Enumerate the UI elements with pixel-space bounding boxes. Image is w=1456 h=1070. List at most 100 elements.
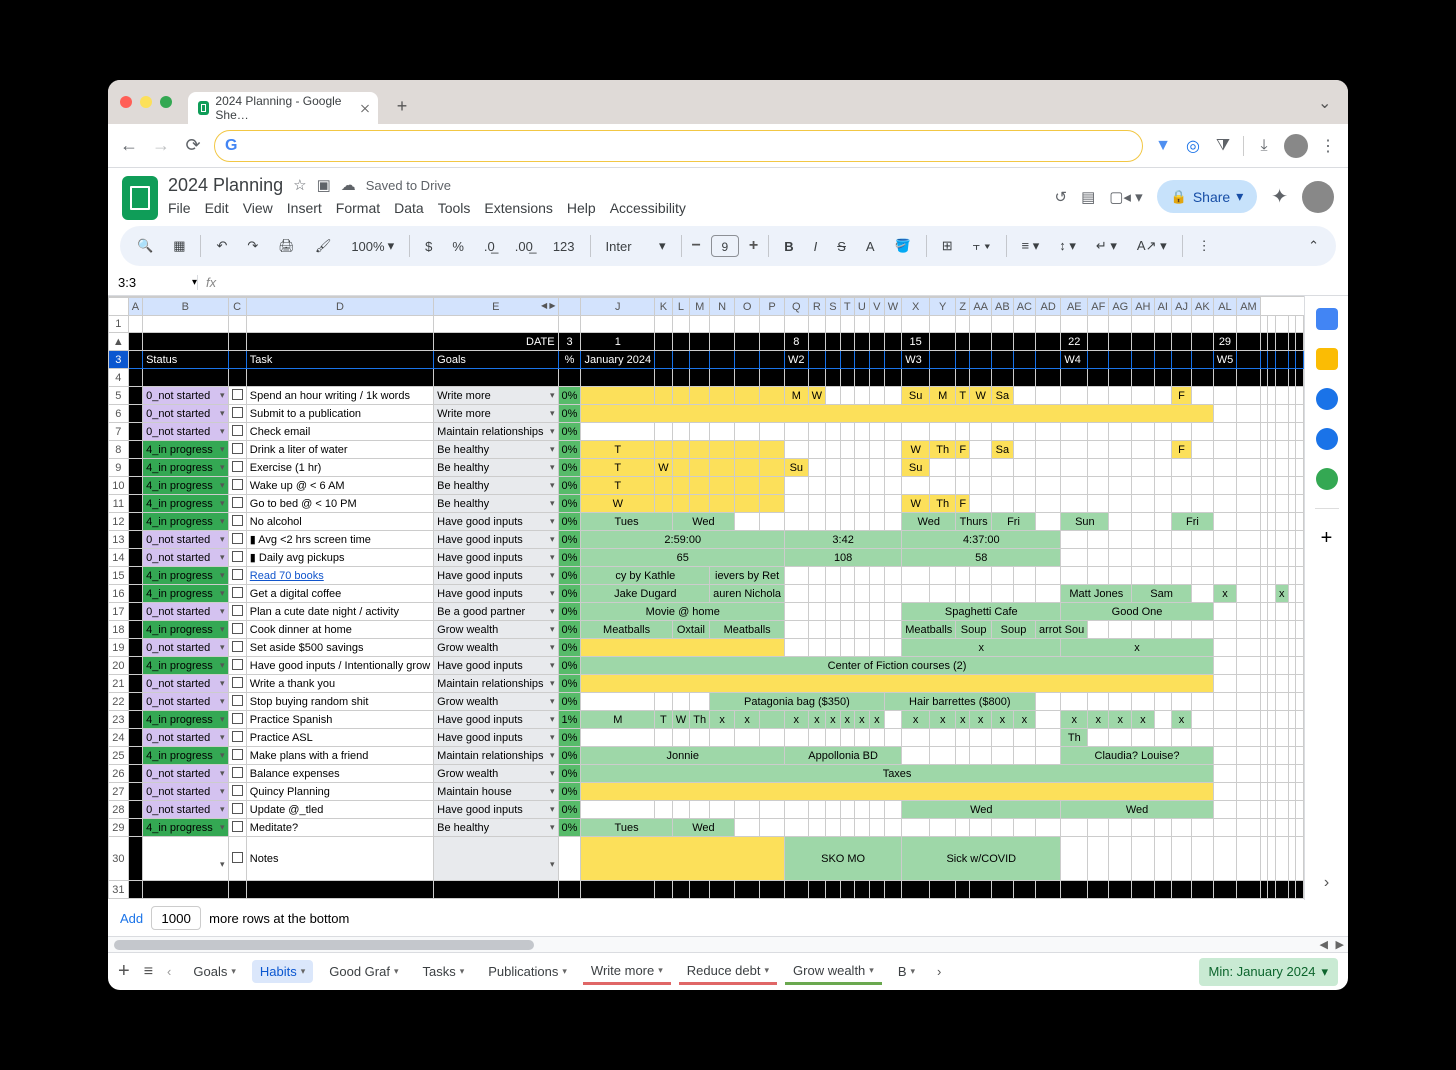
day-cell[interactable]: Fri <box>992 513 1036 531</box>
zoom-select[interactable]: 100% ▾ <box>346 235 399 257</box>
print-button[interactable]: 🖨 <box>273 235 300 257</box>
checkbox[interactable] <box>232 623 243 634</box>
day-cell[interactable]: W <box>581 495 655 513</box>
goal-cell[interactable]: Be healthy <box>434 819 558 837</box>
task-cell[interactable]: Wake up @ < 6 AM <box>246 477 433 495</box>
menu-insert[interactable]: Insert <box>287 200 322 216</box>
day-cell[interactable]: 58 <box>902 549 1061 567</box>
checkbox[interactable] <box>232 677 243 688</box>
valign-button[interactable]: ↕ ▾ <box>1054 235 1081 257</box>
browser-tab[interactable]: 2024 Planning - Google She… <box>188 92 378 124</box>
day-cell[interactable]: Th <box>930 441 956 459</box>
task-cell[interactable]: Read 70 books <box>246 567 433 585</box>
undo-button[interactable]: ↶ <box>211 235 232 257</box>
horizontal-scrollbar[interactable]: ◀ ▶ <box>108 936 1348 952</box>
day-cell[interactable]: F <box>1172 387 1192 405</box>
meet-icon[interactable]: ▢◂ ▾ <box>1109 188 1142 206</box>
day-cell[interactable] <box>581 405 1213 423</box>
checkbox[interactable] <box>232 695 243 706</box>
sheet-tab-habits[interactable]: Habits ▾ <box>252 960 313 983</box>
checkbox[interactable] <box>232 803 243 814</box>
goal-cell[interactable]: Grow wealth <box>434 639 558 657</box>
goal-cell[interactable]: Maintain relationships <box>434 747 558 765</box>
tabs-scroll-left[interactable]: ‹ <box>167 964 171 979</box>
star-icon[interactable]: ☆ <box>293 176 306 194</box>
italic-button[interactable]: I <box>809 236 823 257</box>
dec-decrease-button[interactable]: .0̲ <box>479 236 500 257</box>
new-tab-button[interactable]: + <box>392 96 412 116</box>
day-cell[interactable]: Wed <box>902 513 956 531</box>
goal-cell[interactable]: Have good inputs <box>434 585 558 603</box>
summary-box[interactable]: Min: January 2024▾ <box>1199 958 1338 986</box>
day-cell[interactable]: x <box>785 711 809 729</box>
paint-format-button[interactable]: 🖌 <box>310 235 337 257</box>
menu-help[interactable]: Help <box>567 200 596 216</box>
goal-cell[interactable]: Write more <box>434 387 558 405</box>
task-cell[interactable]: Submit to a publication <box>246 405 433 423</box>
status-cell[interactable]: 0_not started <box>143 801 228 819</box>
status-cell[interactable]: 0_not started <box>143 693 228 711</box>
day-cell[interactable]: x <box>1132 711 1154 729</box>
day-cell[interactable]: x <box>710 711 735 729</box>
day-cell[interactable] <box>581 639 785 657</box>
minimize-window-icon[interactable] <box>140 96 152 108</box>
day-cell[interactable]: x <box>735 711 760 729</box>
goal-cell[interactable]: Be healthy <box>434 477 558 495</box>
checkbox[interactable] <box>232 533 243 544</box>
goal-cell[interactable]: Grow wealth <box>434 621 558 639</box>
checkbox[interactable] <box>232 659 243 670</box>
gemini-icon[interactable]: ✦ <box>1271 184 1288 209</box>
day-cell[interactable]: Patagonia bag ($350) <box>710 693 884 711</box>
day-cell[interactable]: x <box>1172 711 1192 729</box>
day-cell[interactable]: x <box>902 711 930 729</box>
day-cell[interactable]: 65 <box>581 549 785 567</box>
back-button[interactable]: ← <box>118 135 140 157</box>
status-cell[interactable]: 4_in progress <box>143 495 228 513</box>
day-cell[interactable]: auren Nichola <box>710 585 785 603</box>
day-cell[interactable]: Jonnie <box>581 747 785 765</box>
day-cell[interactable]: Taxes <box>581 765 1213 783</box>
spreadsheet-grid[interactable]: ABCDE◀ ▶JKLMNOPQRSTUVWXYZAAABACADAEAFAGA… <box>108 296 1304 900</box>
goal-cell[interactable]: Maintain relationships <box>434 423 558 441</box>
day-cell[interactable]: x <box>1109 711 1132 729</box>
sheet-tab-tasks[interactable]: Tasks ▾ <box>415 960 473 983</box>
day-cell[interactable]: Wed <box>672 819 734 837</box>
status-cell[interactable]: 0_not started <box>143 387 228 405</box>
task-cell[interactable]: Balance expenses <box>246 765 433 783</box>
task-cell[interactable]: Exercise (1 hr) <box>246 459 433 477</box>
sheet-tab-b[interactable]: B ▾ <box>890 960 923 983</box>
filter-views-icon[interactable]: ▦ <box>168 235 190 257</box>
goal-cell[interactable]: Have good inputs <box>434 657 558 675</box>
status-cell[interactable]: 0_not started <box>143 405 228 423</box>
status-cell[interactable]: 0_not started <box>143 549 228 567</box>
day-cell[interactable]: Good One <box>1061 603 1213 621</box>
add-rows-input[interactable] <box>151 906 201 930</box>
day-cell[interactable]: Hair barrettes ($800) <box>884 693 1035 711</box>
task-cell[interactable]: Practice ASL <box>246 729 433 747</box>
day-cell[interactable]: Fri <box>1172 513 1214 531</box>
share-button[interactable]: 🔒 Share ▾ <box>1157 180 1258 213</box>
day-cell[interactable]: T <box>581 477 655 495</box>
checkbox[interactable] <box>232 515 243 526</box>
checkbox[interactable] <box>232 461 243 472</box>
cloud-icon[interactable]: ☁ <box>341 176 356 194</box>
day-cell[interactable]: x <box>1088 711 1109 729</box>
document-title[interactable]: 2024 Planning <box>168 175 283 196</box>
status-cell[interactable] <box>143 837 228 881</box>
task-cell[interactable]: Make plans with a friend <box>246 747 433 765</box>
task-cell[interactable]: Stop buying random shit <box>246 693 433 711</box>
goal-cell[interactable]: Have good inputs <box>434 567 558 585</box>
checkbox[interactable] <box>232 852 243 863</box>
task-cell[interactable]: Practice Spanish <box>246 711 433 729</box>
day-cell[interactable]: W <box>655 459 673 477</box>
checkbox[interactable] <box>232 821 243 832</box>
day-cell[interactable]: Sun <box>1061 513 1109 531</box>
keep-icon[interactable] <box>1316 348 1338 370</box>
rotate-button[interactable]: A↗ ▾ <box>1132 235 1172 257</box>
text-color-button[interactable]: A <box>861 236 880 257</box>
day-cell[interactable]: M <box>581 711 655 729</box>
extension-icon-2[interactable]: ◎ <box>1183 136 1203 156</box>
goal-cell[interactable]: Have good inputs <box>434 711 558 729</box>
task-cell[interactable]: Set aside $500 savings <box>246 639 433 657</box>
day-cell[interactable]: x <box>1213 585 1237 603</box>
